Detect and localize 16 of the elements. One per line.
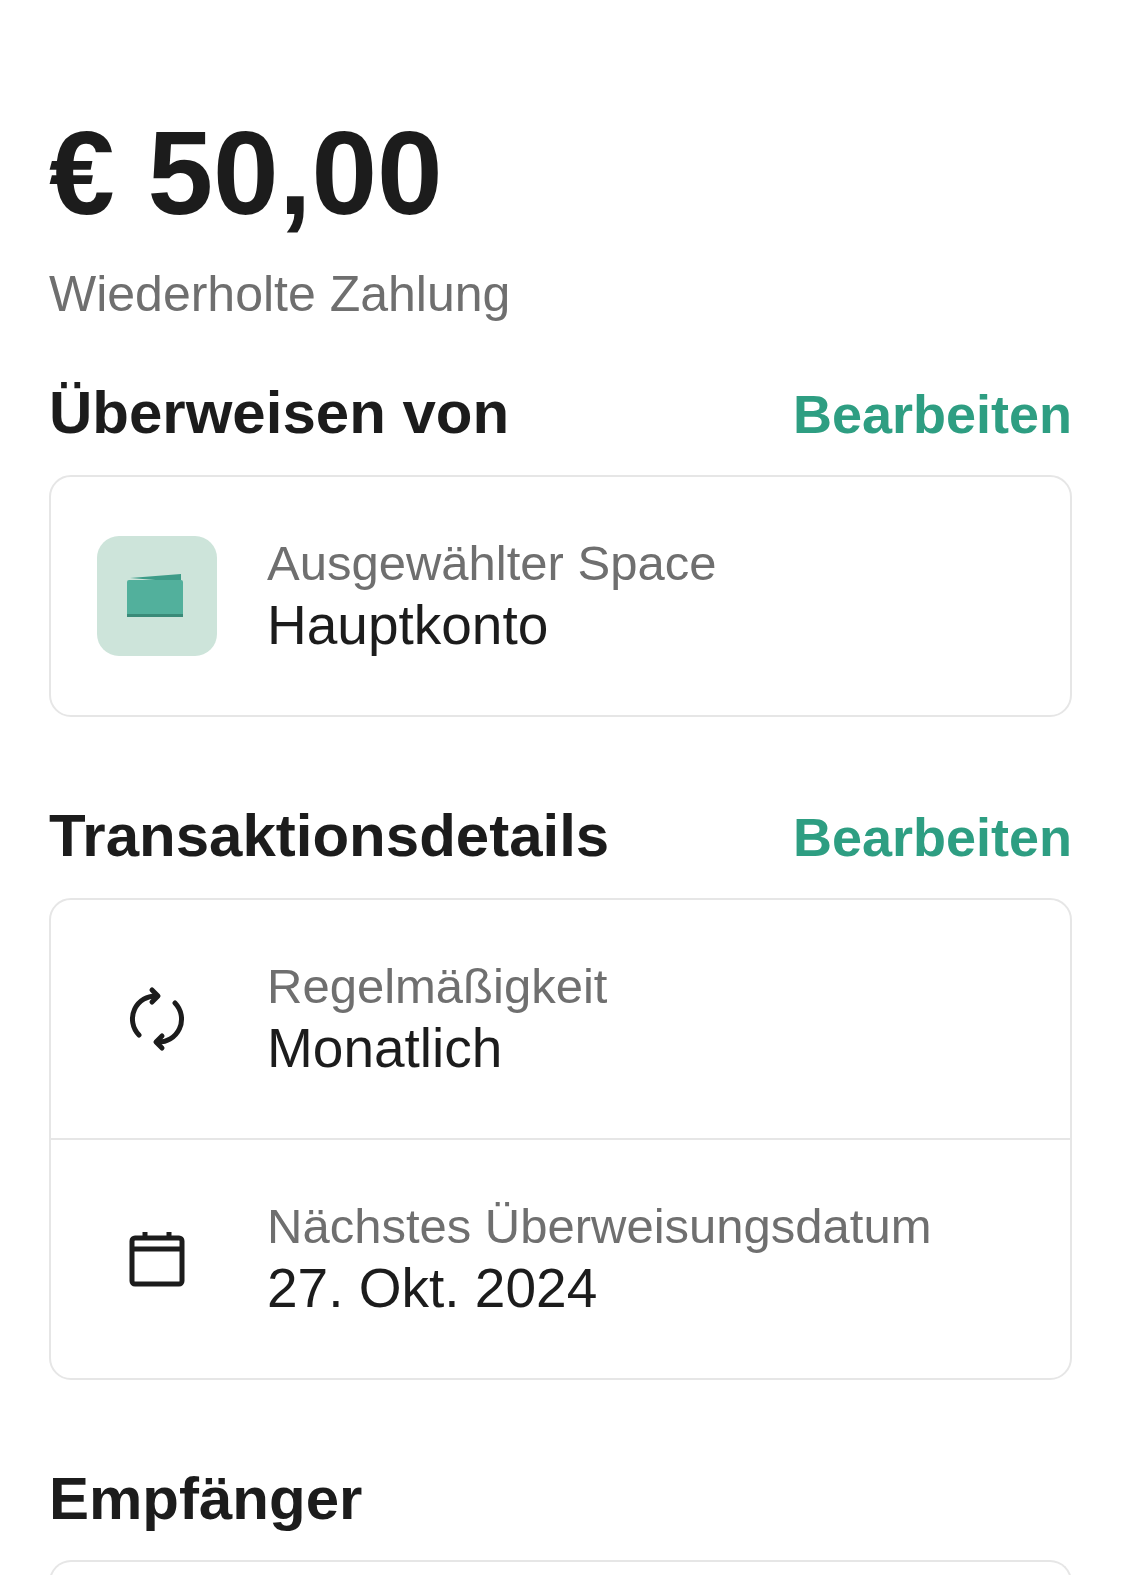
field-label: Regelmäßigkeit — [267, 958, 608, 1015]
payment-type-text: Wiederholte Zahlung — [49, 265, 512, 324]
section-title: Überweisen von — [49, 380, 510, 446]
field-value: 27. Okt. 2024 — [267, 1256, 599, 1321]
field-value: Hauptkonto — [267, 593, 550, 658]
field-label: Nächstes Überweisungsdatum — [267, 1198, 932, 1255]
section-title: Transaktionsdetails — [49, 803, 610, 869]
amount-text: € 50,00 — [49, 108, 444, 238]
edit-link[interactable]: Bearbeiten — [792, 381, 1072, 447]
edit-link[interactable]: Bearbeiten — [792, 804, 1072, 870]
repeat-icon — [127, 984, 187, 1054]
section-title: Empfänger — [49, 1466, 363, 1532]
calendar-icon — [127, 1229, 187, 1289]
field-value: Monatlich — [267, 1016, 504, 1081]
wallet-icon — [97, 536, 217, 656]
field-label: Ausgewählter Space — [267, 535, 717, 592]
